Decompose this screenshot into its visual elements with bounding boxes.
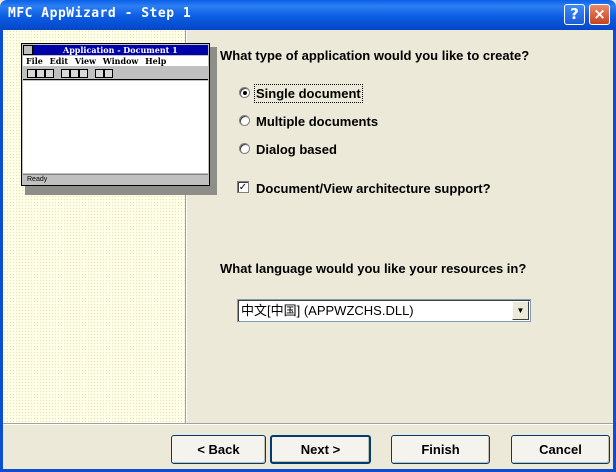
chevron-down-icon: ▼ [516,306,525,315]
preview-menu-bar: File Edit View Window Help [23,56,208,66]
preview-title: Application - Document 1 [23,45,208,55]
preview-menu-edit: Edit [49,56,69,66]
finish-button[interactable]: Finish [391,435,490,464]
preview-toolbar [23,67,208,80]
preview-menu-file: File [26,56,43,66]
cancel-button[interactable]: Cancel [511,435,610,464]
preview-menu-view: View [74,56,96,66]
preview-tool-icon [104,69,113,78]
preview-menu-help: Help [145,56,167,66]
dialog-based-radio[interactable] [239,143,250,154]
docview-checkbox[interactable]: ✓ [237,181,249,193]
dialog-based-label[interactable]: Dialog based [256,142,337,157]
preview-tool-icon [36,69,45,78]
window-title: MFC AppWizard - Step 1 [8,6,192,21]
app-preview-illustration: Application - Document 1 File Edit View … [21,43,210,186]
single-document-label[interactable]: Single document [254,84,363,103]
preview-menu-window: Window [102,56,139,66]
preview-tool-icon [45,69,54,78]
preview-status-bar: Ready [23,174,208,184]
language-select[interactable]: 中文[中国] (APPWZCHS.DLL) ▼ [237,299,531,322]
multiple-documents-radio[interactable] [239,115,250,126]
language-select-value: 中文[中国] (APPWZCHS.DLL) [241,303,414,318]
preview-document-area [23,81,208,173]
footer-separator [3,423,613,425]
back-button[interactable]: < Back [171,435,266,464]
close-icon: × [593,5,606,23]
next-button[interactable]: Next > [270,435,371,464]
multiple-documents-label[interactable]: Multiple documents [256,114,378,129]
single-document-radio[interactable] [239,87,250,98]
preview-tool-icon [27,69,36,78]
language-question: What language would you like your resour… [220,261,527,276]
dropdown-arrow-button[interactable]: ▼ [512,301,529,320]
docview-label[interactable]: Document/View architecture support? [256,181,491,196]
preview-tool-icon [95,69,104,78]
help-button[interactable]: ? [564,4,585,25]
close-button[interactable]: × [589,4,610,25]
check-icon: ✓ [238,182,248,193]
preview-tool-icon [79,69,88,78]
preview-system-menu-icon [23,45,33,55]
preview-tool-icon [70,69,79,78]
title-bar[interactable]: MFC AppWizard - Step 1 ? × [0,0,616,30]
help-icon: ? [570,5,579,23]
app-type-question: What type of application would you like … [220,48,530,63]
preview-tool-icon [61,69,70,78]
